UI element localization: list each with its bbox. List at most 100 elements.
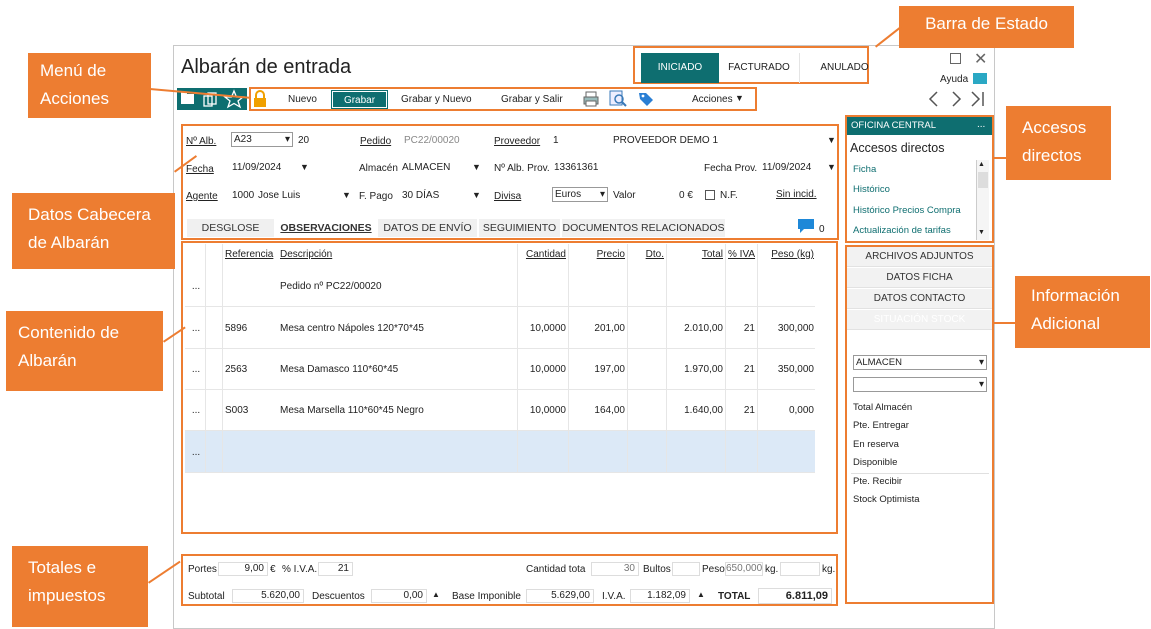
shortcut-ficha[interactable]: Ficha [853,164,876,175]
status-facturado[interactable]: FACTURADO [719,53,799,83]
scroll-thumb[interactable] [978,172,988,188]
row-menu-button[interactable]: ... [188,364,204,375]
shortcut-actualizacion-tarifas[interactable]: Actualización de tarifas [853,225,951,236]
num-alb-prov-value[interactable]: 13361361 [554,162,599,173]
table-row[interactable]: ... S003 Mesa Marsella 110*60*45 Negro 10,0… [185,389,815,430]
descuentos-caret-icon[interactable]: ▲ [432,590,440,599]
scroll-down-icon[interactable]: ▼ [978,229,985,236]
row-menu-button[interactable]: ... [188,323,204,334]
agente-code[interactable]: 1000 [232,190,254,201]
table-row[interactable]: ... Pedido nº PC22/00020 [185,265,815,306]
proveedor-name[interactable]: PROVEEDOR DEMO 1 [613,135,718,146]
maximize-icon[interactable] [950,53,961,64]
table-row[interactable]: ... [185,431,815,472]
iva-caret-icon[interactable]: ▲ [697,590,705,599]
column-header[interactable]: Precio [571,249,625,260]
column-header[interactable]: Descripción [280,249,514,260]
column-header[interactable]: Cantidad [518,249,566,260]
next-record-icon[interactable] [947,90,965,108]
help-label[interactable]: Ayuda [940,74,968,85]
column-header[interactable]: Peso (kg) [760,249,814,260]
cell-price: 164,00 [594,405,625,416]
pedido-label[interactable]: Pedido [360,136,391,147]
new-button[interactable]: Nuevo [288,94,317,105]
shortcut-historico[interactable]: Histórico [853,184,890,195]
bultos-input[interactable] [672,562,700,576]
connector-info [994,322,1016,324]
book-icon[interactable] [973,73,987,84]
column-header[interactable]: Referencia [225,249,275,260]
office-more-button[interactable]: ... [977,119,985,130]
row-divider [185,472,815,473]
proveedor-label[interactable]: Proveedor [494,136,540,147]
fecha-prov-dropdown-icon[interactable]: ▼ [827,162,836,172]
comment-icon[interactable] [797,218,815,235]
last-record-icon[interactable] [968,90,988,108]
proveedor-dropdown-icon[interactable]: ▼ [827,135,836,145]
fpago-value[interactable]: 30 DÍAS [402,190,439,201]
column-header[interactable]: Dto. [630,249,664,260]
comments-count: 0 [819,224,825,235]
status-iniciado[interactable]: INICIADO [641,53,719,83]
print-icon[interactable] [583,91,599,107]
section-datos-ficha[interactable]: DATOS FICHA [847,268,992,288]
sin-incid-link[interactable]: Sin incid. [776,189,817,200]
preview-icon[interactable] [609,90,627,108]
stock-warehouse-select[interactable]: ALMACEN [853,355,987,370]
table-row[interactable]: ... 2563 Mesa Damasco 110*60*45 10,0000 197,… [185,348,815,389]
almacen-dropdown-icon[interactable]: ▼ [472,162,481,172]
connector-estado [875,25,902,48]
tag-icon[interactable] [637,90,655,108]
tab-desglose[interactable]: DESGLOSE [187,219,274,237]
agente-dropdown-icon[interactable]: ▼ [342,190,351,200]
shortcuts-scrollbar[interactable]: ▲ ▼ [976,160,989,240]
save-button[interactable]: Grabar [331,90,388,109]
copy-icon[interactable] [200,88,223,110]
num-alb-value[interactable]: 20 [298,135,309,146]
row-menu-button[interactable]: ... [188,447,204,458]
actions-menu-button[interactable]: Acciones [692,94,733,105]
tab-seguimiento[interactable]: SEGUIMIENTO [479,219,560,237]
almacen-value[interactable]: ALMACEN [402,162,450,173]
column-header[interactable]: Total [669,249,723,260]
agente-name[interactable]: Jose Luis [258,190,300,201]
row-menu-button[interactable]: ... [188,405,204,416]
fecha-dropdown-icon[interactable]: ▼ [300,162,309,172]
section-situacion-stock[interactable]: SITUACIÓN STOCK [847,310,992,330]
column-header[interactable]: % IVA [728,249,755,260]
status-anulado[interactable]: ANULADO [799,53,889,83]
previous-record-icon[interactable] [925,90,943,108]
table-row[interactable]: ... 5896 Mesa centro Nápoles 120*70*45 10,0… [185,307,815,348]
proveedor-code[interactable]: 1 [553,135,559,146]
shortcut-historico-precios[interactable]: Histórico Precios Compra [853,205,961,216]
peso-extra-input[interactable] [780,562,820,576]
save-and-exit-button[interactable]: Grabar y Salir [501,94,563,105]
save-and-new-button[interactable]: Grabar y Nuevo [401,94,472,105]
row-menu-button[interactable]: ... [188,281,204,292]
section-datos-contacto[interactable]: DATOS CONTACTO [847,289,992,309]
iva-pct-input[interactable]: 21 [318,562,353,576]
tab-documentos-relacionados[interactable]: DOCUMENTOS RELACIONADOS [562,219,725,237]
fpago-dropdown-icon[interactable]: ▼ [472,190,481,200]
fecha-prov-value[interactable]: 11/09/2024 [762,162,811,173]
num-alb-series-select[interactable]: A23 [231,132,293,147]
stock-second-select[interactable] [853,377,987,392]
section-archivos-adjuntos[interactable]: ARCHIVOS ADJUNTOS [847,247,992,267]
tab-observaciones[interactable]: OBSERVACIONES [276,219,376,237]
close-icon[interactable]: ✕ [974,49,987,69]
office-header[interactable]: OFICINA CENTRAL ... [847,117,992,135]
num-alb-label: Nº Alb. [186,136,217,147]
descuentos-input[interactable]: 0,00 [371,589,427,603]
nf-checkbox[interactable] [705,190,715,200]
lock-icon[interactable] [252,90,268,108]
fecha-value[interactable]: 11/09/2024 [232,162,281,173]
chevron-down-icon[interactable]: ▼ [735,93,744,103]
portes-input[interactable]: 9,00 [218,562,268,576]
base-imponible-label: Base Imponible [452,591,521,602]
iva-label: I.V.A. [602,591,626,602]
scroll-up-icon[interactable]: ▲ [978,161,985,168]
valor-value[interactable]: 0 € [679,190,693,201]
tab-datos-envio[interactable]: DATOS DE ENVÍO [378,219,477,237]
divisa-select[interactable]: Euros [552,187,608,202]
star-icon[interactable] [223,88,247,110]
